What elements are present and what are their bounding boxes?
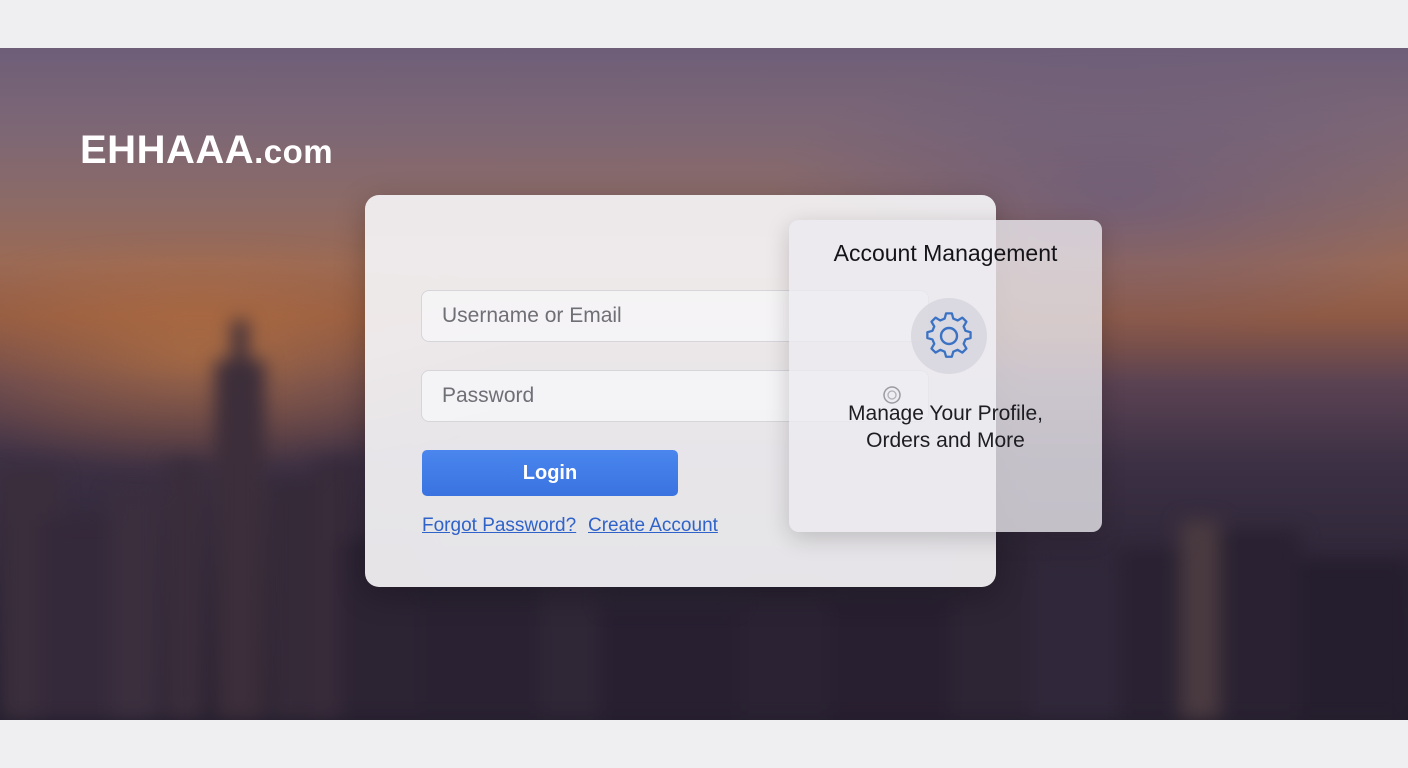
- forgot-password-link[interactable]: Forgot Password?: [422, 515, 576, 537]
- create-account-link[interactable]: Create Account: [588, 515, 718, 537]
- account-management-card[interactable]: Account Management Manage Your Profile, …: [789, 220, 1102, 532]
- account-subtitle: Manage Your Profile, Orders and More: [789, 400, 1102, 454]
- top-frame: [0, 0, 1408, 48]
- gear-badge: [911, 298, 987, 374]
- gear-icon: [926, 312, 972, 358]
- brand-name: EHHAAA: [80, 128, 255, 172]
- account-subtitle-line1: Manage Your Profile,: [848, 402, 1043, 425]
- account-title: Account Management: [833, 240, 1058, 266]
- username-placeholder: Username or Email: [442, 304, 622, 327]
- bottom-frame: [0, 720, 1408, 768]
- login-button[interactable]: Login: [422, 450, 678, 496]
- password-placeholder: Password: [442, 384, 535, 407]
- account-subtitle-line2: Orders and More: [866, 429, 1025, 452]
- brand-logo: EHHAAA.com: [80, 128, 333, 173]
- brand-suffix: .com: [254, 133, 334, 170]
